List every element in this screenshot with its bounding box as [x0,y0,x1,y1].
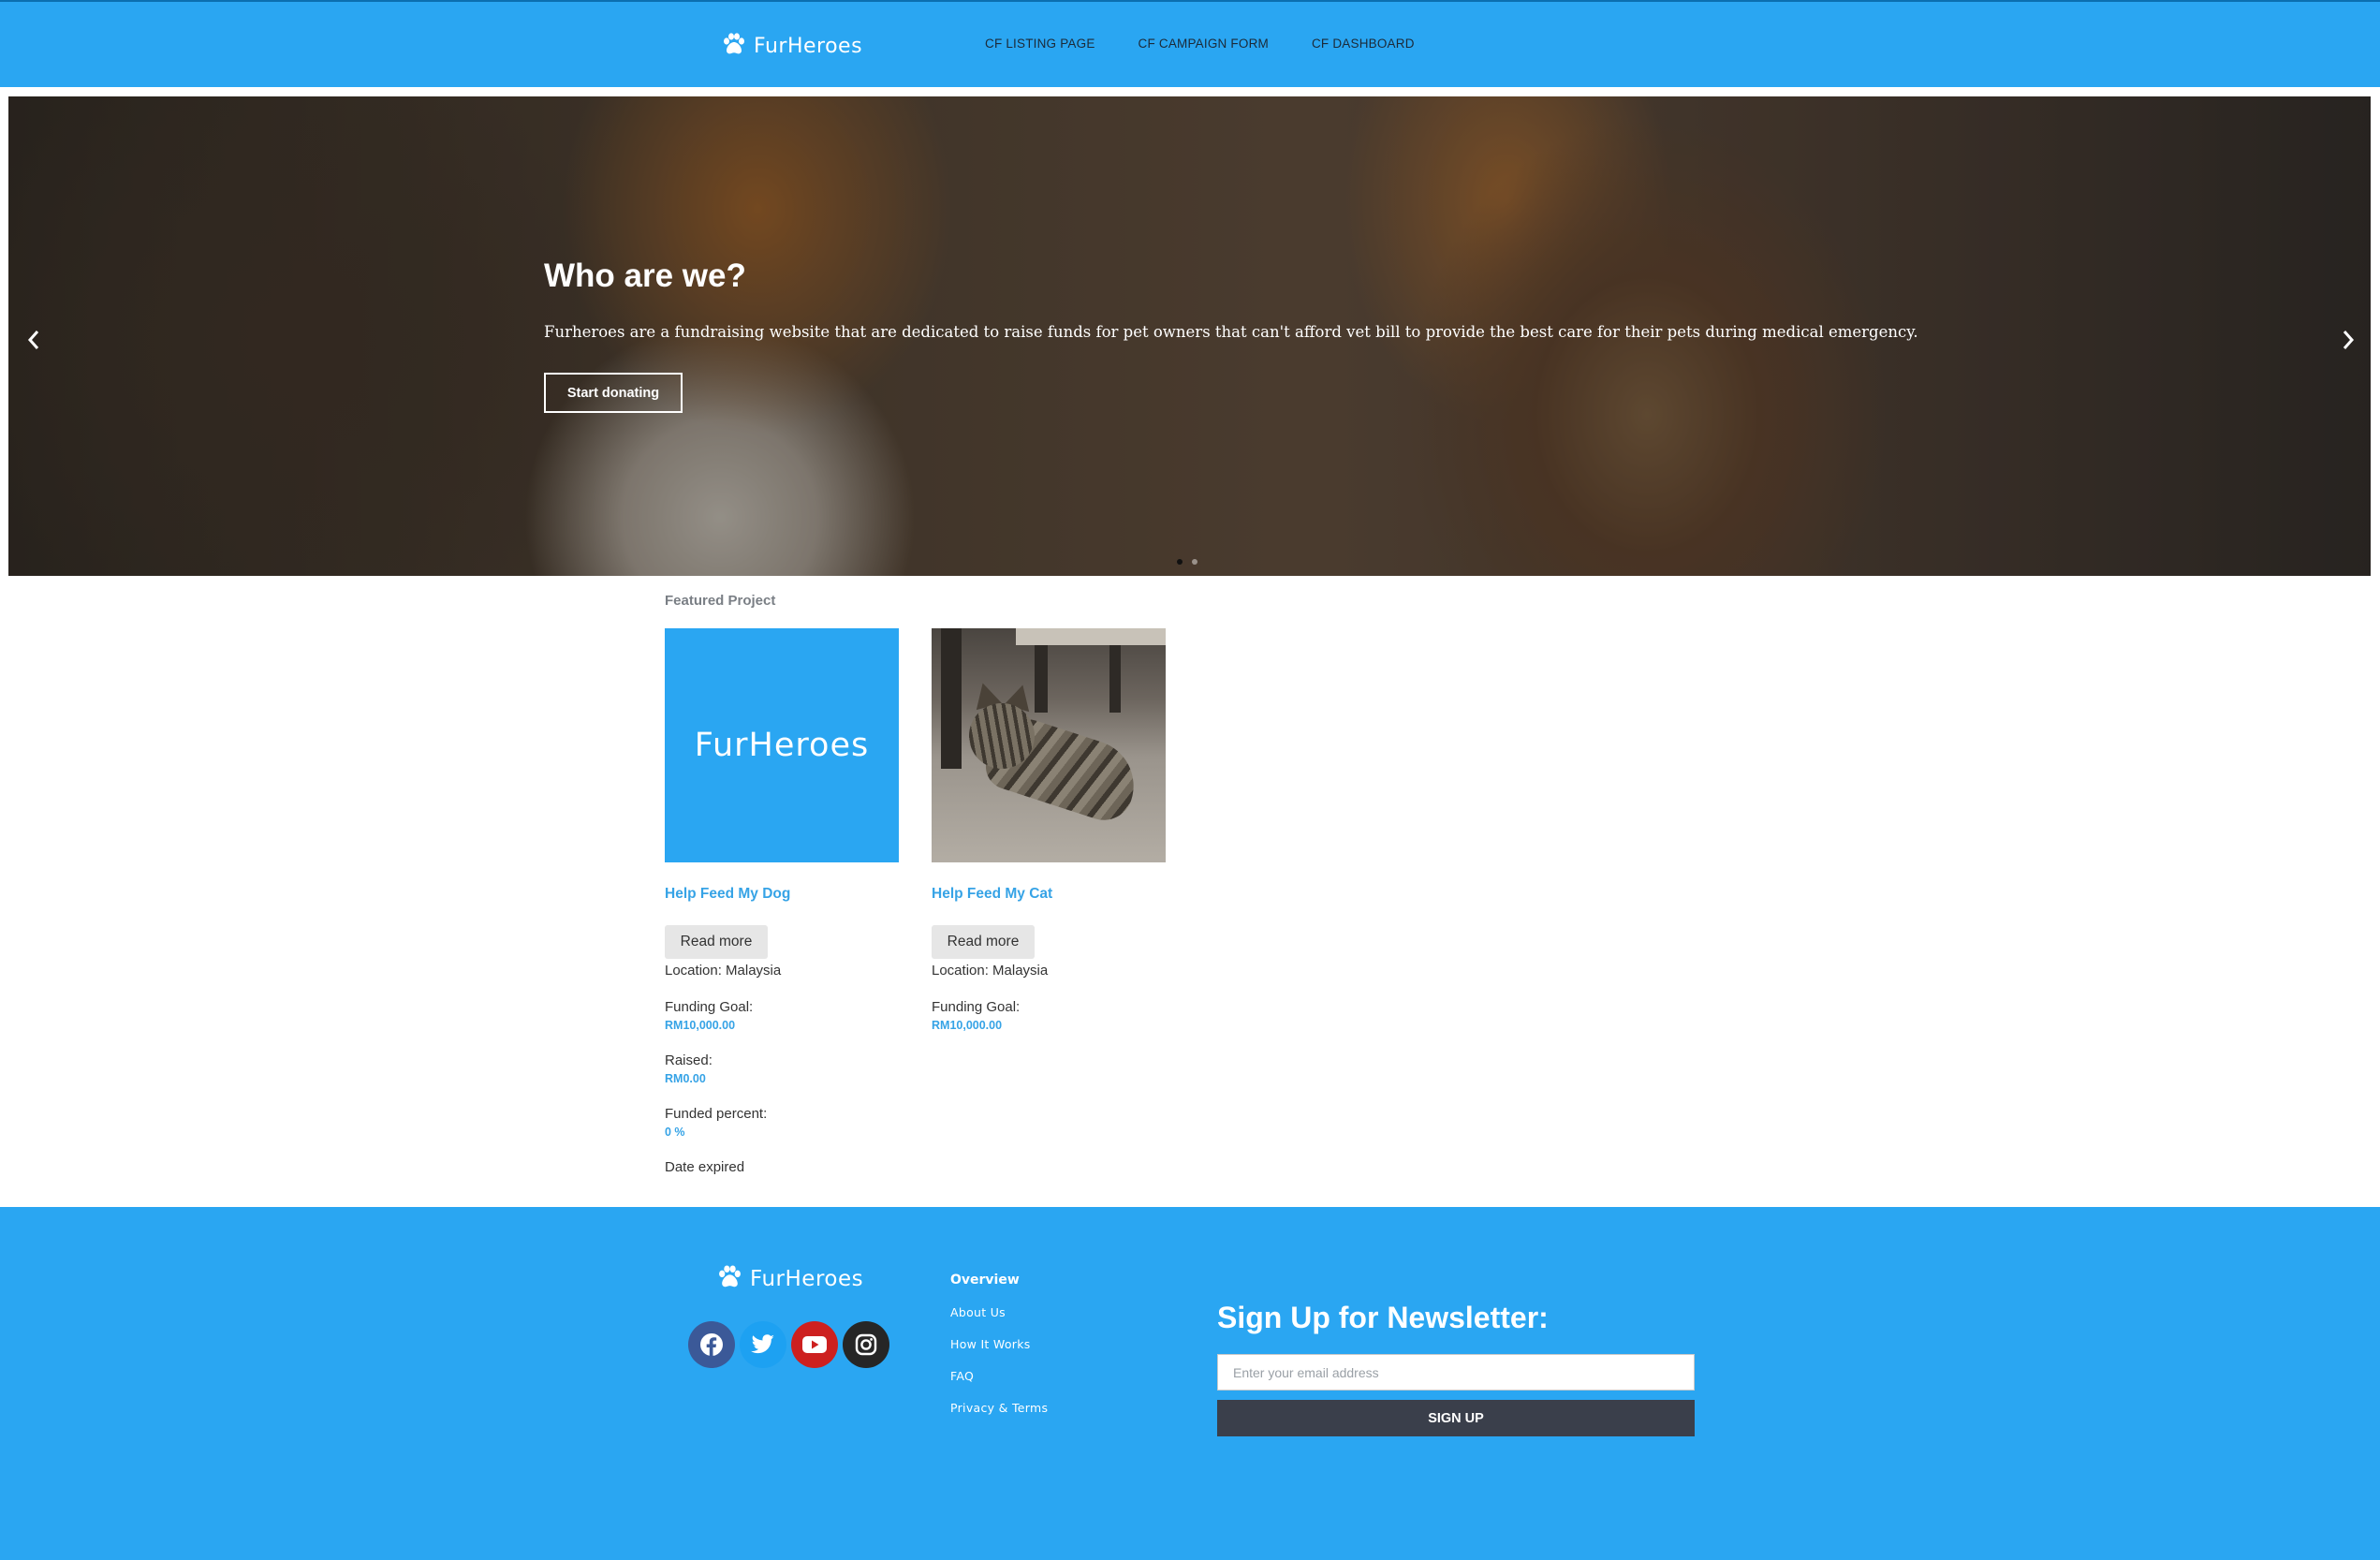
footer-link-how-it-works[interactable]: How It Works [950,1337,1048,1351]
project-card: FurHeroes Help Feed My Dog Read more Loc… [665,628,899,1175]
read-more-button[interactable]: Read more [932,925,1035,959]
nav-cf-listing-page[interactable]: CF LISTING PAGE [985,37,1095,51]
raised-label: Raised: [665,1052,713,1068]
date-expired-label: Date expired [665,1159,745,1175]
newsletter-title: Sign Up for Newsletter: [1217,1301,1549,1334]
facebook-icon[interactable] [688,1321,735,1368]
youtube-icon[interactable] [791,1321,838,1368]
paw-icon [717,1265,742,1293]
project-title[interactable]: Help Feed My Dog [665,886,899,903]
project-location: Location: Malaysia [665,963,782,979]
project-location: Location: Malaysia [932,963,1049,979]
carousel-dot-2[interactable] [1192,559,1197,565]
footer-link-about-us[interactable]: About Us [950,1305,1048,1319]
footer-links: Overview About Us How It Works FAQ Priva… [950,1273,1048,1415]
hero-title: Who are we? [544,258,746,294]
project-thumbnail-cat-photo[interactable] [932,628,1166,862]
newsletter-email-input[interactable] [1217,1354,1695,1391]
chevron-left-icon[interactable] [20,321,48,359]
project-card: Help Feed My Cat Read more Location: Mal… [932,628,1166,1032]
raised-value: RM0.00 [665,1072,706,1085]
project-thumbnail[interactable]: FurHeroes [665,628,899,862]
read-more-button[interactable]: Read more [665,925,768,959]
site-logo[interactable]: FurHeroes [722,30,862,62]
thumbnail-brand-text: FurHeroes [694,727,870,764]
carousel-dots [1177,559,1197,565]
footer-logo[interactable]: FurHeroes [717,1263,863,1295]
nav-cf-campaign-form[interactable]: CF CAMPAIGN FORM [1139,37,1269,51]
featured-project-heading: Featured Project [665,593,776,609]
twitter-icon[interactable] [740,1321,786,1368]
funding-goal-value: RM10,000.00 [665,1019,736,1032]
instagram-icon[interactable] [843,1321,889,1368]
footer-link-privacy-terms[interactable]: Privacy & Terms [950,1401,1048,1415]
nav-cf-dashboard[interactable]: CF DASHBOARD [1312,37,1415,51]
chevron-right-icon[interactable] [2334,321,2362,359]
sign-up-button[interactable]: SIGN UP [1217,1400,1695,1436]
funding-goal-label: Funding Goal: [932,999,1021,1015]
paw-icon [722,32,746,60]
project-title[interactable]: Help Feed My Cat [932,886,1166,903]
funding-goal-value: RM10,000.00 [932,1019,1003,1032]
site-header: FurHeroes CF LISTING PAGE CF CAMPAIGN FO… [0,2,2380,87]
hero-content: Who are we? Furheroes are a fundraising … [544,258,1948,413]
site-footer: FurHeroes Overview About Us How It Works… [0,1207,2380,1560]
carousel-dot-1[interactable] [1177,559,1183,565]
footer-brand-name: FurHeroes [750,1267,864,1291]
main-nav: CF LISTING PAGE CF CAMPAIGN FORM CF DASH… [985,37,1458,51]
footer-links-heading: Overview [950,1273,1020,1288]
hero-carousel: Who are we? Furheroes are a fundraising … [8,96,2371,576]
funded-percent-value: 0 % [665,1126,685,1139]
funded-percent-label: Funded percent: [665,1106,768,1122]
newsletter-signup: Sign Up for Newsletter: SIGN UP [1217,1301,1695,1436]
hero-description: Furheroes are a fundraising website that… [544,323,1918,341]
start-donating-button[interactable]: Start donating [544,373,683,413]
social-links [688,1321,889,1368]
brand-name: FurHeroes [754,34,863,58]
footer-link-faq[interactable]: FAQ [950,1369,1048,1383]
funding-goal-label: Funding Goal: [665,999,754,1015]
